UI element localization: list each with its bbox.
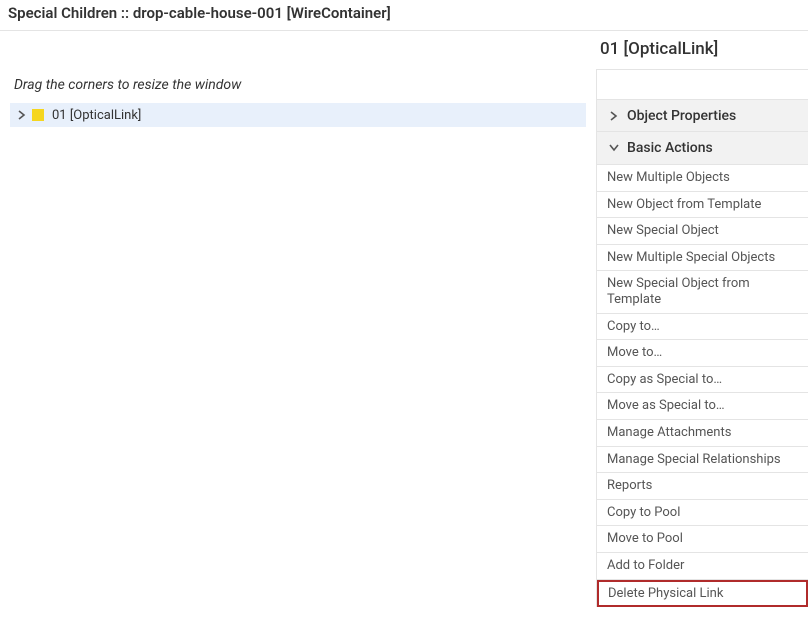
section-label: Basic Actions	[627, 140, 713, 156]
section-basic-actions[interactable]: Basic Actions	[596, 132, 808, 165]
action-item[interactable]: Copy to Pool	[597, 500, 808, 527]
action-item[interactable]: New Special Object from Template	[597, 271, 808, 313]
section-label: Object Properties	[627, 108, 736, 124]
tree-item-label: 01 [OpticalLink]	[52, 108, 141, 123]
action-item[interactable]: Move to Pool	[597, 526, 808, 553]
action-item[interactable]: Manage Attachments	[597, 420, 808, 447]
action-item[interactable]: Manage Special Relationships	[597, 447, 808, 474]
action-item[interactable]: Delete Physical Link	[597, 580, 808, 608]
action-item[interactable]: Copy to…	[597, 314, 808, 341]
type-color-swatch	[32, 109, 44, 121]
chevron-right-icon[interactable]	[14, 107, 30, 123]
page-title: Special Children :: drop-cable-house-001…	[0, 0, 808, 31]
action-item[interactable]: New Special Object	[597, 218, 808, 245]
tree-item-opticallink[interactable]: 01 [OpticalLink]	[10, 103, 586, 127]
action-item[interactable]: Move to…	[597, 340, 808, 367]
action-item[interactable]: New Object from Template	[597, 192, 808, 219]
resize-hint: Drag the corners to resize the window	[14, 77, 586, 93]
action-item[interactable]: Move as Special to…	[597, 393, 808, 420]
action-item[interactable]: New Multiple Special Objects	[597, 245, 808, 272]
chevron-down-icon	[607, 141, 621, 155]
action-item[interactable]: Add to Folder	[597, 553, 808, 580]
section-object-properties[interactable]: Object Properties	[596, 99, 808, 132]
tree-pane: Drag the corners to resize the window 01…	[0, 31, 596, 644]
action-item[interactable]: Reports	[597, 473, 808, 500]
action-item[interactable]: Copy as Special to…	[597, 367, 808, 394]
details-title: 01 [OpticalLink]	[596, 37, 808, 69]
action-item[interactable]: New Multiple Objects	[597, 165, 808, 192]
details-pane: 01 [OpticalLink] Object Properties Basic…	[596, 31, 808, 644]
details-toolbar	[596, 69, 808, 99]
chevron-right-icon	[607, 109, 621, 123]
basic-actions-list: New Multiple ObjectsNew Object from Temp…	[596, 165, 808, 607]
